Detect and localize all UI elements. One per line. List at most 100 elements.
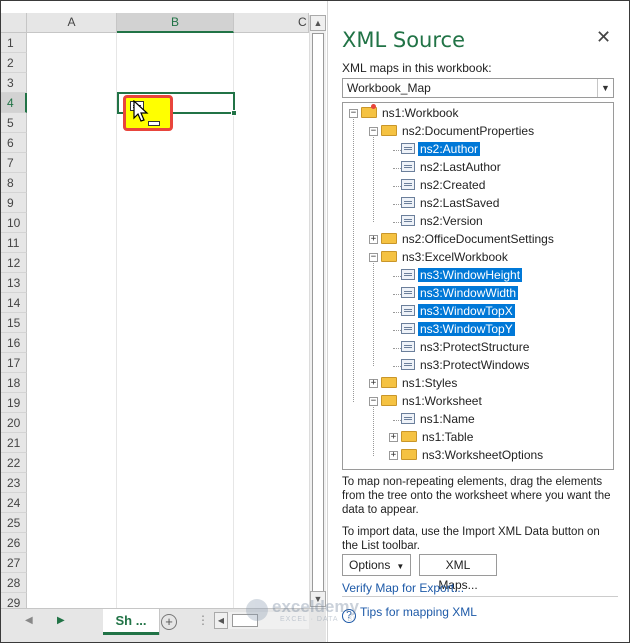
expand-icon[interactable]: + (369, 379, 378, 388)
tree-node[interactable]: ns1:Name (401, 411, 477, 428)
xml-map-selected-value: Workbook_Map (347, 81, 431, 95)
row-header-1[interactable]: 1 (1, 33, 27, 53)
row-header-13[interactable]: 13 (1, 273, 27, 293)
row-header-6[interactable]: 6 (1, 133, 27, 153)
collapse-icon[interactable]: − (369, 253, 378, 262)
tree-node[interactable]: ns3:WorksheetOptions (401, 447, 545, 464)
row-header-27[interactable]: 27 (1, 553, 27, 573)
folder-icon (401, 449, 417, 460)
element-icon (401, 161, 415, 172)
tab-scroll-right-icon[interactable]: ▶ (57, 615, 65, 626)
row-header-22[interactable]: 22 (1, 453, 27, 473)
column-header-c[interactable]: C (234, 13, 309, 33)
row-header-14[interactable]: 14 (1, 293, 27, 313)
options-button[interactable]: Options ▼ (342, 554, 412, 576)
row-header-28[interactable]: 28 (1, 573, 27, 593)
element-icon (401, 323, 415, 334)
column-header-a[interactable]: A (27, 13, 117, 33)
tree-node[interactable]: ns3:WindowHeight (401, 267, 523, 284)
tree-node[interactable]: ns1:Workbook (361, 104, 460, 122)
tree-node[interactable]: ns2:Version (401, 213, 485, 230)
tree-node[interactable]: ns1:Table (401, 429, 475, 446)
row-header-7[interactable]: 7 (1, 153, 27, 173)
tree-node-label: ns3:ExcelWorkbook (402, 250, 508, 264)
scroll-thumb[interactable] (312, 33, 324, 603)
xml-map-select[interactable]: Workbook_Map ▼ (342, 78, 614, 98)
row-header-15[interactable]: 15 (1, 313, 27, 333)
more-options-icon[interactable]: ⋮ (197, 613, 209, 627)
row-header-19[interactable]: 19 (1, 393, 27, 413)
element-icon (401, 341, 415, 352)
xml-maps-button[interactable]: XML Maps... (419, 554, 497, 592)
row-header-3[interactable]: 3 (1, 73, 27, 93)
folder-icon (361, 104, 377, 118)
row-header-9[interactable]: 9 (1, 193, 27, 213)
tree-node[interactable]: ns2:LastAuthor (401, 159, 503, 176)
watermark-logo-icon (246, 599, 268, 621)
row-header-20[interactable]: 20 (1, 413, 27, 433)
row-header-21[interactable]: 21 (1, 433, 27, 453)
tree-node[interactable]: ns3:WindowWidth (401, 285, 519, 302)
expand-icon[interactable]: + (389, 433, 398, 442)
tree-node[interactable]: ns3:WindowTopX (401, 303, 515, 320)
row-header-23[interactable]: 23 (1, 473, 27, 493)
fill-handle[interactable] (231, 110, 237, 116)
row-header-25[interactable]: 25 (1, 513, 27, 533)
tree-node[interactable]: ns2:DocumentProperties (381, 123, 536, 140)
column-header-b[interactable]: B (117, 13, 234, 33)
row-header-2[interactable]: 2 (1, 53, 27, 73)
tree-node-label: ns2:LastAuthor (420, 160, 501, 174)
row-header-10[interactable]: 10 (1, 213, 27, 233)
caret-down-icon: ▼ (396, 562, 405, 571)
tree-node-label: ns3:WindowHeight (418, 268, 523, 282)
expand-icon[interactable]: + (389, 451, 398, 460)
collapse-icon[interactable]: − (369, 397, 378, 406)
row-header-11[interactable]: 11 (1, 233, 27, 253)
tree-node[interactable]: ns3:ProtectStructure (401, 339, 531, 356)
tree-node[interactable]: ns1:Worksheet (381, 393, 484, 410)
row-header-4[interactable]: 4 (1, 93, 27, 113)
import-instructions: To import data, use the Import XML Data … (342, 526, 600, 552)
worksheet-area[interactable]: A B C 1 2 3 4 5 6 7 8 9 10 11 12 13 14 15 16 17 18 19 20 21 2… (1, 1, 326, 641)
tree-node[interactable]: ns1:Styles (381, 375, 459, 392)
row-header-12[interactable]: 12 (1, 253, 27, 273)
xml-element-tree[interactable]: − ns1:Workbook − ns2:DocumentProperties ns2:… (342, 102, 614, 470)
tree-guide-line (373, 407, 374, 456)
tree-node[interactable]: ns2:LastSaved (401, 195, 501, 212)
row-header-18[interactable]: 18 (1, 373, 27, 393)
mouse-pointer-icon (133, 100, 149, 122)
row-header-26[interactable]: 26 (1, 533, 27, 553)
close-icon[interactable]: ✕ (596, 27, 611, 48)
tree-node-label: ns2:OfficeDocumentSettings (402, 232, 554, 246)
row-header-24[interactable]: 24 (1, 493, 27, 513)
tree-node[interactable]: ns3:ProtectWindows (401, 357, 531, 374)
tree-node-label: ns3:ProtectWindows (420, 358, 530, 372)
tree-node[interactable]: ns2:Author (401, 141, 481, 158)
verify-map-link[interactable]: Verify Map for Export... (342, 581, 464, 595)
tree-node-label: ns1:Name (420, 412, 475, 426)
select-all-corner[interactable] (1, 13, 27, 33)
add-sheet-button[interactable]: + (161, 614, 177, 630)
vertical-scrollbar[interactable]: ▲ ▼ (309, 15, 326, 609)
sheet-tab[interactable]: Sh ... (103, 609, 159, 635)
row-header-16[interactable]: 16 (1, 333, 27, 353)
tree-node-label: ns3:WorksheetOptions (422, 448, 544, 462)
tree-node[interactable]: ns3:ExcelWorkbook (381, 249, 510, 266)
row-header-5[interactable]: 5 (1, 113, 27, 133)
tree-node[interactable]: ns2:OfficeDocumentSettings (381, 231, 556, 248)
scroll-left-icon[interactable]: ◀ (214, 612, 228, 629)
tree-node-label: ns2:Created (420, 178, 486, 192)
tree-node-label: ns2:Version (420, 214, 483, 228)
tree-node[interactable]: ns2:Created (401, 177, 487, 194)
tab-scroll-left-icon[interactable]: ◀ (25, 615, 33, 626)
element-icon (401, 179, 415, 190)
expand-icon[interactable]: + (369, 235, 378, 244)
collapse-icon[interactable]: − (369, 127, 378, 136)
scroll-up-icon[interactable]: ▲ (310, 15, 326, 31)
row-header-17[interactable]: 17 (1, 353, 27, 373)
tree-node[interactable]: ns3:WindowTopY (401, 321, 515, 338)
row-header-8[interactable]: 8 (1, 173, 27, 193)
xml-source-pane: XML Source ✕ XML maps in this workbook: … (327, 1, 629, 642)
chevron-down-icon[interactable]: ▼ (597, 79, 613, 97)
tree-guide-line (373, 137, 374, 222)
